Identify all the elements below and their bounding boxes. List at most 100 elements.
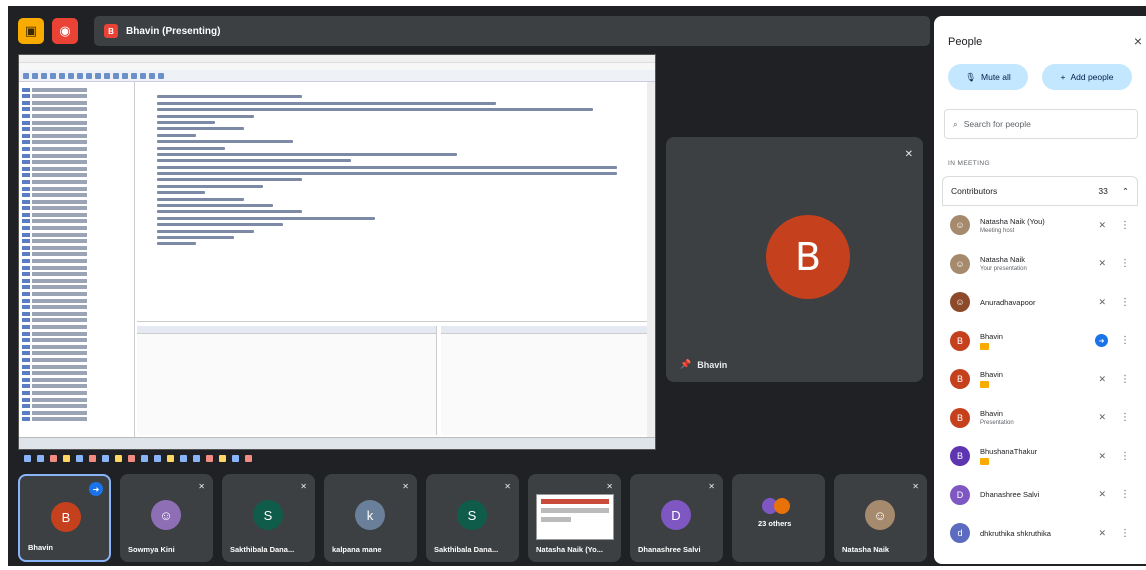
more-icon[interactable]: ⋮ — [1120, 258, 1130, 269]
chevron-up-icon[interactable]: ⌃ — [1122, 186, 1129, 197]
avatar: B — [51, 502, 81, 532]
speaker-tile[interactable]: ✕ B 📌 Bhavin — [666, 137, 923, 382]
list-item[interactable]: D Dhanashree Salvi ✕ ⋮ — [942, 476, 1138, 515]
list-item[interactable]: ☺ Anuradhavapoor ✕ ⋮ — [942, 283, 1138, 322]
ide-title-bar — [19, 55, 655, 63]
list-item[interactable]: ☺ Natasha Naik Your presentation ✕ ⋮ — [942, 245, 1138, 284]
search-icon: ⌕ — [953, 118, 958, 129]
search-pane — [441, 326, 647, 435]
mic-off-icon[interactable]: ✕ — [1098, 412, 1106, 423]
group-count: 33 — [1098, 186, 1108, 196]
person-name: dhkruthika shkruthika — [980, 528, 1051, 538]
person-role: Your presentation — [980, 266, 1027, 273]
list-item[interactable]: ☺ Natasha Naik (You) Meeting host ✕ ⋮ — [942, 206, 1138, 245]
more-icon[interactable]: ⋮ — [1120, 297, 1130, 308]
person-name: BhushanaThakur — [980, 447, 1038, 457]
shared-screen[interactable] — [18, 54, 656, 450]
mic-off-icon[interactable]: ✕ — [1098, 489, 1106, 500]
avatar: B — [766, 215, 850, 299]
participant-tile[interactable]: ✕ ☺ Natasha Naik — [834, 474, 927, 562]
people-panel: People × 🎙 Mute all + Add people ⌕ Searc… — [934, 16, 1146, 564]
list-item[interactable]: B Bhavin ✕ ⋮ — [942, 360, 1138, 399]
mic-off-icon[interactable]: ✕ — [1098, 258, 1106, 269]
more-icon[interactable]: ⋮ — [1120, 374, 1130, 385]
participant-name: Sowmya Kini — [128, 545, 175, 554]
list-item[interactable]: d dhkruthika shkruthika ✕ ⋮ — [942, 514, 1138, 553]
ide-body — [19, 82, 655, 449]
more-icon[interactable]: ⋮ — [1120, 220, 1130, 231]
top-bar: ▣ ◉ B Bhavin (Presenting) — [18, 16, 930, 46]
add-people-label: Add people — [1070, 72, 1114, 82]
more-icon[interactable]: ⋮ — [1120, 451, 1130, 462]
others-tile[interactable]: 23 others — [732, 474, 825, 562]
more-icon[interactable]: ⋮ — [1120, 412, 1130, 423]
mute-all-button[interactable]: 🎙 Mute all — [948, 64, 1028, 90]
participant-tile[interactable]: ✕ ☺ Sowmya Kini — [120, 474, 213, 562]
panel-title: People — [948, 36, 983, 48]
contributors-header[interactable]: Contributors 33 ⌃ — [942, 176, 1138, 206]
participant-name: Sakthibala Dana... — [230, 545, 295, 554]
participant-name: kalpana mane — [332, 545, 382, 554]
others-count: 23 others — [758, 519, 792, 528]
participant-name: Sakthibala Dana... — [434, 545, 499, 554]
ide-menu-bar — [19, 63, 655, 70]
participant-tile[interactable]: ✕ D Dhanashree Salvi — [630, 474, 723, 562]
group-label: Contributors — [951, 186, 998, 196]
mic-off-icon: ✕ — [708, 482, 715, 491]
person-name: Natasha Naik (You) — [980, 216, 1045, 226]
mic-off-icon[interactable]: ✕ — [1098, 374, 1106, 385]
mic-off-icon: 🎙 — [965, 71, 977, 82]
editor-scrollbar[interactable] — [647, 82, 655, 449]
more-icon[interactable]: ⋮ — [1120, 528, 1130, 539]
package-explorer — [19, 82, 135, 449]
pin-icon[interactable]: 📌 — [680, 359, 691, 370]
avatar: D — [950, 484, 970, 505]
participant-tile[interactable]: ✕ k kalpana mane — [324, 474, 417, 562]
more-icon[interactable]: ⋮ — [1120, 489, 1130, 500]
avatar: ☺ — [950, 215, 970, 236]
person-name: Dhanashree Salvi — [980, 490, 1040, 500]
presenting-chip[interactable]: B Bhavin (Presenting) — [94, 16, 930, 46]
others-avatars — [762, 498, 790, 514]
participant-tile[interactable]: ✕ S Sakthibala Dana... — [426, 474, 519, 562]
code-editor — [137, 82, 647, 322]
mic-off-icon: ✕ — [606, 482, 613, 491]
avatar: B — [950, 369, 970, 390]
person-name: Bhavin — [980, 409, 1003, 419]
avatar: B — [950, 446, 970, 467]
add-people-button[interactable]: + Add people — [1042, 64, 1132, 90]
participant-tile[interactable]: ➜ B Bhavin — [18, 474, 111, 562]
person-name: Bhavin — [980, 370, 1003, 380]
search-input[interactable]: ⌕ Search for people — [944, 109, 1138, 139]
mic-off-icon[interactable]: ✕ — [1098, 451, 1106, 462]
person-name: Bhavin — [980, 331, 1003, 341]
presenter-badge: B — [104, 24, 118, 38]
list-item[interactable]: B BhushanaThakur ✕ ⋮ — [942, 437, 1138, 476]
mic-off-icon: ✕ — [402, 482, 409, 491]
avatar: B — [950, 407, 970, 428]
list-item[interactable]: B Bhavin ➜ ⋮ — [942, 322, 1138, 361]
participant-tile[interactable]: ✕ Natasha Naik (Yo... — [528, 474, 621, 562]
avatar: S — [457, 500, 487, 530]
more-icon[interactable]: ⋮ — [1120, 335, 1130, 346]
participant-strip: ➜ B Bhavin ✕ ☺ Sowmya Kini ✕ S Sakthibal… — [18, 474, 928, 562]
ide-toolbar — [19, 70, 655, 82]
record-icon[interactable]: ◉ — [52, 18, 78, 44]
avatar: S — [253, 500, 283, 530]
list-item[interactable]: B Bhavin Presentation ✕ ⋮ — [942, 399, 1138, 438]
meet-stage: ▣ ◉ B Bhavin (Presenting) ✕ B 📌 Bhavin ➜… — [8, 6, 1146, 566]
mic-off-icon: ✕ — [198, 482, 205, 491]
activities-icon[interactable]: ▣ — [18, 18, 44, 44]
mic-off-icon[interactable]: ✕ — [1098, 297, 1106, 308]
participant-name: Bhavin — [28, 543, 54, 552]
mic-off-icon[interactable]: ✕ — [1098, 528, 1106, 539]
participant-tile[interactable]: ✕ S Sakthibala Dana... — [222, 474, 315, 562]
mic-off-icon[interactable]: ✕ — [1098, 220, 1106, 231]
presenting-icon[interactable]: ➜ — [1095, 334, 1108, 348]
presentation-thumbnail — [536, 494, 614, 540]
mic-off-icon: ✕ — [504, 482, 511, 491]
presenter-tag — [980, 342, 989, 350]
avatar: ☺ — [865, 500, 895, 530]
presenter-tag — [980, 381, 989, 389]
close-icon[interactable]: × — [1134, 33, 1142, 49]
